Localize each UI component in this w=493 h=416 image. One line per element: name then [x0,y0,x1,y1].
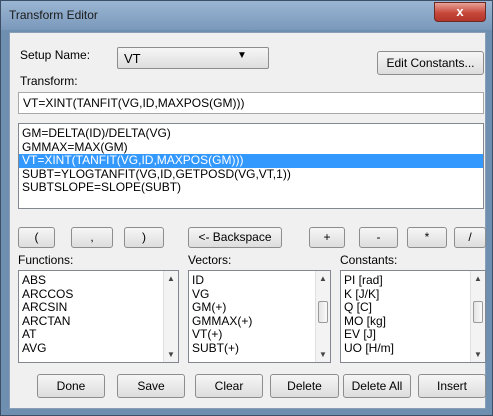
transform-label: Transform: [20,74,78,88]
vectors-list[interactable]: ID VG GM(+) GMMAX(+) VT(+) SUBT(+) ▲ ▼ [188,270,331,363]
constants-label: Constants: [340,253,398,267]
scroll-thumb[interactable] [473,301,483,323]
vectors-label: Vectors: [188,253,232,267]
transform-list-item[interactable]: GM=DELTA(ID)/DELTA(VG) [19,126,483,141]
transform-editor-window: Transform Editor x Setup Name: VT ▼ Edit… [0,0,493,416]
comma-button[interactable]: , [71,227,113,248]
transform-list[interactable]: GM=DELTA(ID)/DELTA(VG) GMMAX=MAX(GM) VT=… [18,123,484,209]
multiply-button[interactable]: * [407,227,447,248]
setup-name-value: VT [124,51,141,66]
function-item[interactable]: ARCSIN [19,300,178,315]
backspace-button[interactable]: <- Backspace [188,227,282,248]
vector-item[interactable]: GMMAX(+) [189,314,330,329]
transform-input-value: VT=XINT(TANFIT(VG,ID,MAXPOS(GM))) [23,96,245,110]
setup-name-dropdown[interactable]: VT ▼ [117,47,269,69]
scroll-down-icon[interactable]: ▼ [474,350,482,359]
function-item[interactable]: ARCCOS [19,287,178,302]
divide-button[interactable]: / [454,227,486,248]
constants-scrollbar[interactable]: ▲ ▼ [470,271,485,362]
vectors-scrollbar[interactable]: ▲ ▼ [315,271,330,362]
function-item[interactable]: AVG [19,341,178,356]
vector-item[interactable]: ID [189,273,330,288]
scroll-up-icon[interactable]: ▲ [319,274,327,283]
function-item[interactable]: ABS [19,273,178,288]
function-item[interactable]: AT [19,327,178,342]
transform-list-item[interactable]: SUBTSLOPE=SLOPE(SUBT) [19,180,483,195]
constants-list[interactable]: PI [rad] K [J/K] Q [C] MO [kg] EV [J] UO… [340,270,486,363]
function-item[interactable]: ARCTAN [19,314,178,329]
functions-scrollbar[interactable]: ▲ ▼ [163,271,178,362]
constant-item[interactable]: K [J/K] [341,287,485,302]
scroll-down-icon[interactable]: ▼ [319,350,327,359]
functions-list[interactable]: ABS ARCCOS ARCSIN ARCTAN AT AVG ▲ ▼ [18,270,179,363]
insert-button[interactable]: Insert [418,374,486,398]
vector-item[interactable]: GM(+) [189,300,330,315]
constant-item[interactable]: EV [J] [341,327,485,342]
scroll-thumb[interactable] [318,301,328,323]
window-title: Transform Editor [9,8,98,22]
transform-list-item[interactable]: SUBT=YLOGTANFIT(VG,ID,GETPOSD(VG,VT,1)) [19,167,483,182]
done-button[interactable]: Done [37,374,105,398]
transform-input[interactable]: VT=XINT(TANFIT(VG,ID,MAXPOS(GM))) [18,92,484,114]
close-button[interactable]: x [434,2,486,22]
transform-list-item-selected[interactable]: VT=XINT(TANFIT(VG,ID,MAXPOS(GM))) [19,153,483,168]
close-paren-button[interactable]: ) [124,227,164,248]
functions-label: Functions: [18,253,74,267]
vector-item[interactable]: VG [189,287,330,302]
plus-button[interactable]: + [309,227,345,248]
save-button[interactable]: Save [117,374,185,398]
edit-constants-button[interactable]: Edit Constants... [377,51,484,75]
vector-item[interactable]: VT(+) [189,327,330,342]
scroll-up-icon[interactable]: ▲ [474,274,482,283]
transform-list-item[interactable]: GMMAX=MAX(GM) [19,140,483,155]
chevron-down-icon: ▼ [237,50,247,61]
minus-button[interactable]: - [359,227,398,248]
delete-button[interactable]: Delete [270,374,339,398]
dialog-body: Setup Name: VT ▼ Edit Constants... Trans… [9,32,486,409]
scroll-up-icon[interactable]: ▲ [167,274,175,283]
constant-item[interactable]: PI [rad] [341,273,485,288]
setup-name-label: Setup Name: [20,48,91,62]
title-bar[interactable]: Transform Editor x [1,1,492,30]
constant-item[interactable]: UO [H/m] [341,341,485,356]
close-icon: x [456,4,464,19]
clear-button[interactable]: Clear [195,374,263,398]
constant-item[interactable]: MO [kg] [341,314,485,329]
scroll-down-icon[interactable]: ▼ [167,350,175,359]
constant-item[interactable]: Q [C] [341,300,485,315]
vector-item[interactable]: SUBT(+) [189,341,330,356]
open-paren-button[interactable]: ( [18,227,55,248]
delete-all-button[interactable]: Delete All [343,374,411,398]
